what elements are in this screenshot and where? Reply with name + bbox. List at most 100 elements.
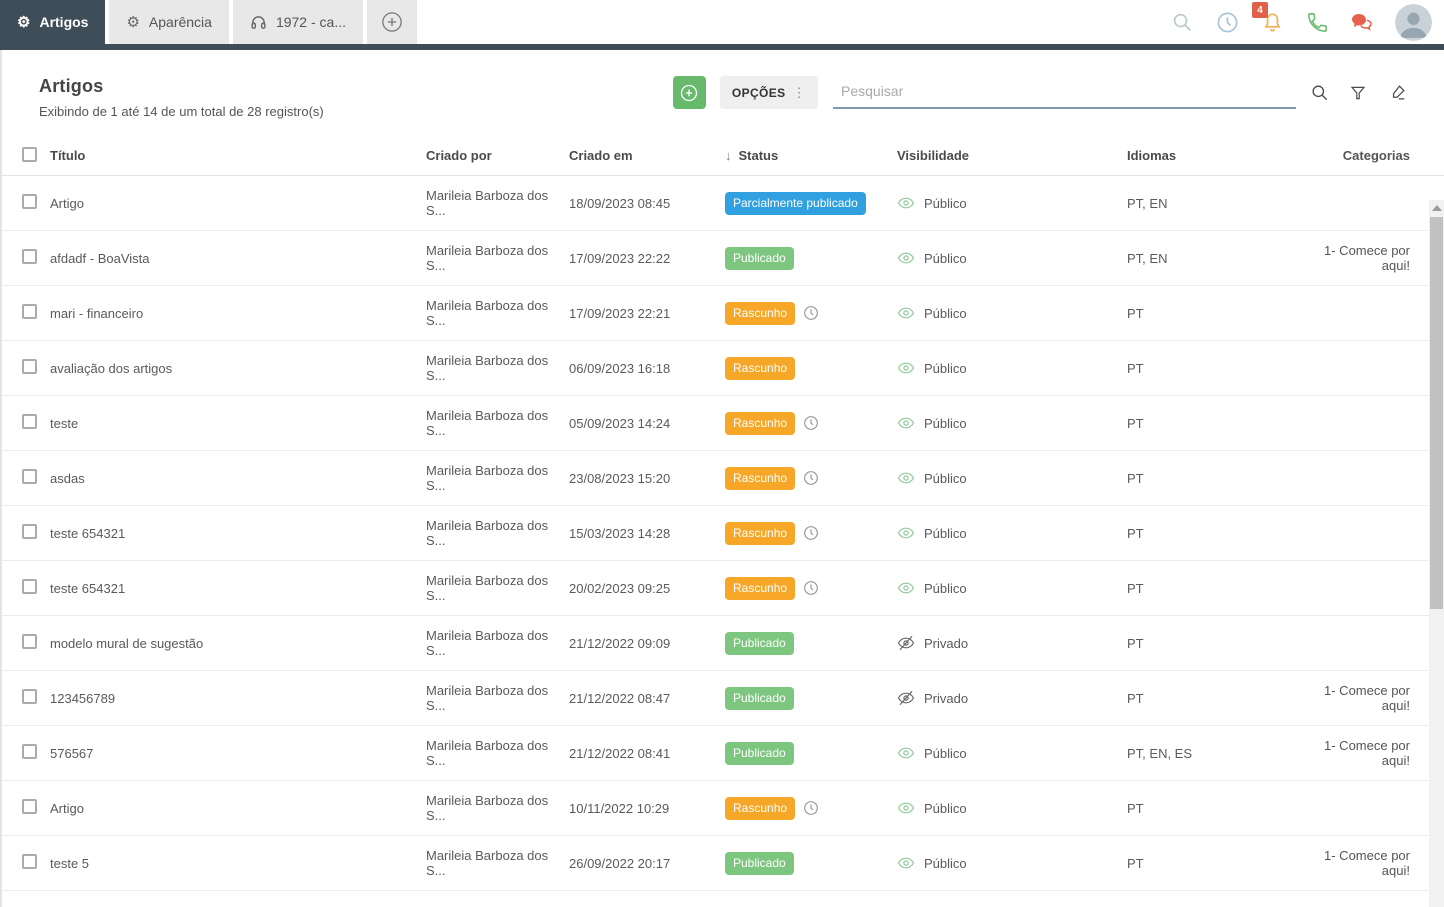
- cell-status: Rascunho: [725, 301, 897, 325]
- row-checkbox[interactable]: [22, 799, 37, 814]
- scrollbar-thumb[interactable]: [1430, 217, 1443, 609]
- cell-criado-por: Marileia Barboza dos S...: [426, 683, 549, 713]
- bell-icon[interactable]: 4: [1252, 2, 1284, 34]
- search-icon[interactable]: [1308, 82, 1330, 104]
- table-row[interactable]: mari - financeiro Marileia Barboza dos S…: [2, 286, 1444, 341]
- cell-idiomas: PT: [1127, 525, 1144, 541]
- row-checkbox[interactable]: [22, 854, 37, 869]
- cell-visibilidade: Público: [897, 799, 1127, 817]
- cell-visibilidade: Público: [897, 579, 1127, 597]
- table-row[interactable]: Artigo Marileia Barboza dos S... 18/09/2…: [2, 176, 1444, 231]
- row-checkbox[interactable]: [22, 579, 37, 594]
- table-row[interactable]: asdas Marileia Barboza dos S... 23/08/20…: [2, 451, 1444, 506]
- filter-icon[interactable]: [1347, 82, 1369, 104]
- row-checkbox[interactable]: [22, 304, 37, 319]
- cell-categorias: 1- Comece por aqui!: [1324, 243, 1410, 273]
- row-checkbox[interactable]: [22, 744, 37, 759]
- table-row[interactable]: teste 5 Marileia Barboza dos S... 26/09/…: [2, 836, 1444, 891]
- cell-status: Rascunho: [725, 466, 897, 490]
- visibility-label: Público: [924, 360, 967, 376]
- vertical-scrollbar[interactable]: [1429, 200, 1444, 907]
- eye-public-icon: [897, 414, 915, 432]
- cell-status: Parcialmente publicado: [725, 191, 897, 215]
- column-header-categorias[interactable]: Categorias: [1300, 148, 1410, 163]
- row-checkbox[interactable]: [22, 469, 37, 484]
- table-header: Título Criado por Criado em ↓ Status Visi…: [2, 136, 1444, 176]
- eye-public-icon: [897, 304, 915, 322]
- cell-visibilidade: Público: [897, 304, 1127, 322]
- cell-criado-por: Marileia Barboza dos S...: [426, 793, 549, 823]
- eye-public-icon: [897, 194, 915, 212]
- chat-icon[interactable]: [1350, 10, 1374, 34]
- status-badge: Rascunho: [725, 356, 796, 380]
- clear-filter-icon[interactable]: [1386, 82, 1408, 104]
- table-row[interactable]: 123456789 Marileia Barboza dos S... 21/1…: [2, 671, 1444, 726]
- cell-criado-em: 23/08/2023 15:20: [569, 470, 671, 486]
- column-header-status[interactable]: ↓ Status: [725, 148, 897, 163]
- pending-clock-icon: [803, 415, 819, 431]
- cell-titulo: asdas: [50, 470, 85, 486]
- visibility-label: Privado: [924, 635, 969, 651]
- table-row[interactable]: teste 654321 Marileia Barboza dos S... 2…: [2, 561, 1444, 616]
- cell-criado-por: Marileia Barboza dos S...: [426, 738, 549, 768]
- table-row[interactable]: 576567 Marileia Barboza dos S... 21/12/2…: [2, 726, 1444, 781]
- cell-titulo: teste 654321: [50, 525, 126, 541]
- cell-status: Rascunho: [725, 521, 897, 545]
- search-icon[interactable]: [1170, 10, 1194, 34]
- cell-visibilidade: Público: [897, 469, 1127, 487]
- eye-public-icon: [897, 359, 915, 377]
- row-checkbox[interactable]: [22, 524, 37, 539]
- tab-artigos[interactable]: ⚙ Artigos: [0, 0, 106, 44]
- row-checkbox[interactable]: [22, 414, 37, 429]
- gear-icon: ⚙: [126, 13, 140, 31]
- visibility-label: Público: [924, 195, 967, 211]
- status-badge: Rascunho: [725, 301, 796, 325]
- cell-visibilidade: Público: [897, 414, 1127, 432]
- cell-titulo: modelo mural de sugestão: [50, 635, 204, 651]
- search-input[interactable]: [833, 76, 1296, 109]
- cell-criado-por: Marileia Barboza dos S...: [426, 628, 549, 658]
- scroll-up-arrow[interactable]: [1432, 205, 1442, 211]
- tab-aparencia[interactable]: ⚙ Aparência: [109, 0, 229, 44]
- cell-criado-por: Marileia Barboza dos S...: [426, 353, 549, 383]
- status-badge: Rascunho: [725, 466, 796, 490]
- phone-icon[interactable]: [1305, 10, 1329, 34]
- row-checkbox[interactable]: [22, 194, 37, 209]
- visibility-label: Privado: [924, 690, 969, 706]
- table-row[interactable]: avaliação dos artigos Marileia Barboza d…: [2, 341, 1444, 396]
- add-button[interactable]: [672, 76, 706, 109]
- column-header-idiomas[interactable]: Idiomas: [1127, 148, 1300, 163]
- options-button[interactable]: OPÇÕES ⋮: [719, 76, 818, 109]
- cell-status: Publicado: [725, 741, 897, 765]
- status-badge: Rascunho: [725, 796, 796, 820]
- table-row[interactable]: modelo mural de sugestão Marileia Barboz…: [2, 616, 1444, 671]
- topbar-actions: 4: [1170, 0, 1444, 44]
- select-all-checkbox[interactable]: [22, 146, 37, 162]
- table-row[interactable]: teste 654321 Marileia Barboza dos S... 1…: [2, 506, 1444, 561]
- table-row[interactable]: teste Marileia Barboza dos S... 05/09/20…: [2, 396, 1444, 451]
- table-row[interactable]: Artigo Marileia Barboza dos S... 10/11/2…: [2, 781, 1444, 836]
- visibility-label: Público: [924, 415, 967, 431]
- column-header-titulo[interactable]: Título: [50, 148, 426, 163]
- status-badge: Publicado: [725, 246, 794, 270]
- column-header-visibilidade[interactable]: Visibilidade: [897, 148, 1127, 163]
- row-checkbox[interactable]: [22, 634, 37, 649]
- row-checkbox[interactable]: [22, 359, 37, 374]
- column-header-criado-em[interactable]: Criado em: [569, 148, 725, 163]
- status-badge: Publicado: [725, 631, 794, 655]
- eye-public-icon: [897, 524, 915, 542]
- pending-clock-icon: [803, 800, 819, 816]
- column-header-criado-por[interactable]: Criado por: [426, 148, 569, 163]
- eye-public-icon: [897, 579, 915, 597]
- row-checkbox[interactable]: [22, 249, 37, 264]
- visibility-label: Público: [924, 855, 967, 871]
- cell-visibilidade: Público: [897, 744, 1127, 762]
- cell-status: Rascunho: [725, 796, 897, 820]
- tab-1972-ca[interactable]: 1972 - ca...: [232, 0, 363, 44]
- cell-categorias: 1- Comece por aqui!: [1324, 848, 1410, 878]
- new-tab-button[interactable]: [367, 0, 417, 44]
- table-row[interactable]: afdadf - BoaVista Marileia Barboza dos S…: [2, 231, 1444, 286]
- avatar[interactable]: [1395, 3, 1432, 41]
- row-checkbox[interactable]: [22, 689, 37, 704]
- clock-icon[interactable]: [1215, 10, 1239, 34]
